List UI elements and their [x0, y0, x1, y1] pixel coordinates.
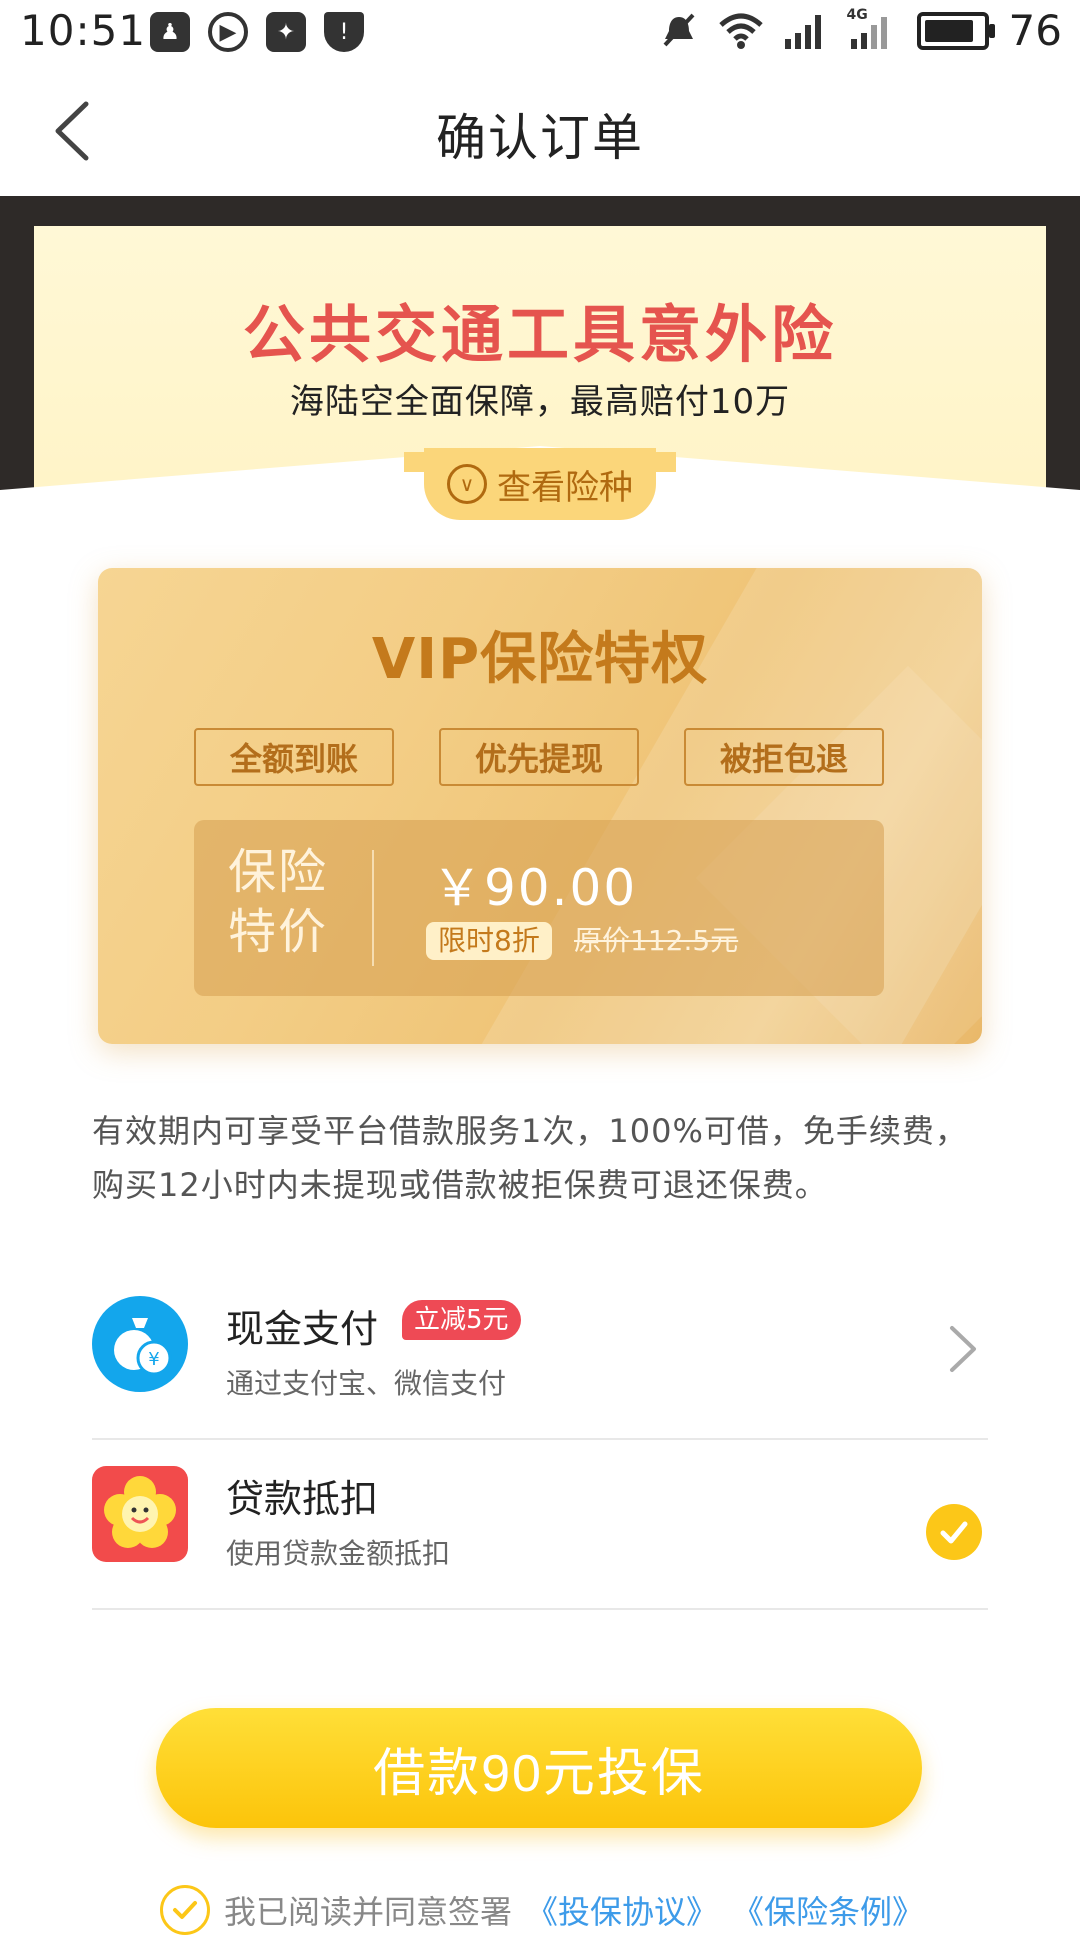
- vip-tag-full-amount: 全额到账: [194, 728, 394, 786]
- page-title: 确认订单: [436, 109, 644, 167]
- payment-subtitle-loan: 使用贷款金额抵扣: [226, 1537, 451, 1570]
- service-description: 有效期内可享受平台借款服务1次，100%可借，免手续费，购买12小时内未提现或借…: [92, 1112, 968, 1204]
- status-time: 10:51: [20, 6, 147, 55]
- status-bar: 10:51 ♟ ▶ ✦ ! 4G 76: [0, 0, 1080, 66]
- original-price: 原价112.5元: [574, 924, 739, 957]
- view-insurance-button[interactable]: ∨ 查看险种: [424, 448, 656, 520]
- chevron-down-icon: ∨: [447, 464, 487, 504]
- agreement-checkbox[interactable]: [160, 1885, 210, 1935]
- price-box: 保险 特价 ￥90.00 限时8折 原价112.5元: [194, 820, 884, 996]
- browser-notification-icon: ✦: [266, 12, 306, 52]
- nav-bar: 确认订单: [0, 66, 1080, 196]
- agreement-row: 我已阅读并同意签署 《投保协议》 《保险条例》: [160, 1885, 924, 1935]
- insurance-terms-link[interactable]: 《保险条例》: [732, 1887, 924, 1933]
- battery-icon: [916, 11, 995, 50]
- selected-check-icon[interactable]: [926, 1504, 982, 1560]
- promo-badge: 立减5元: [402, 1300, 521, 1340]
- flower-mascot-icon: [92, 1466, 188, 1562]
- insurance-title: 公共交通工具意外险: [242, 298, 837, 371]
- battery-level: 76: [1008, 6, 1062, 55]
- insurance-subtitle: 海陆空全面保障，最高赔付10万: [289, 382, 791, 422]
- borrow-and-insure-button[interactable]: 借款90元投保: [156, 1708, 922, 1828]
- vip-title: VIP保险特权: [371, 627, 709, 692]
- svg-text:¥: ¥: [148, 1349, 159, 1370]
- signal-4g-icon: 4G: [847, 7, 897, 51]
- qq-notification-icon: ♟: [150, 12, 190, 52]
- vip-tag-priority-withdraw: 优先提现: [439, 728, 639, 786]
- shield-notification-icon: !: [324, 12, 364, 52]
- play-notification-icon: ▶: [208, 12, 248, 52]
- vip-tags: 全额到账 优先提现 被拒包退: [194, 728, 884, 786]
- payment-title-cash: 现金支付: [226, 1307, 379, 1351]
- status-system-icons: 4G 76: [659, 6, 1062, 55]
- discount-badge: 限时8折: [426, 922, 552, 960]
- wifi-icon: [718, 13, 763, 49]
- special-price: ￥90.00: [432, 859, 638, 917]
- vip-tag-refund: 被拒包退: [684, 728, 884, 786]
- price-divider: [372, 850, 374, 966]
- payment-option-loan-deduct[interactable]: 贷款抵扣 使用贷款金额抵扣: [92, 1440, 988, 1610]
- payment-option-cash[interactable]: ¥ 现金支付 立减5元 通过支付宝、微信支付: [92, 1270, 988, 1440]
- vip-privilege-card: VIP保险特权 全额到账 优先提现 被拒包退 保险 特价 ￥90.00 限时8折…: [98, 568, 982, 1044]
- payment-title-loan: 贷款抵扣: [226, 1477, 379, 1521]
- view-insurance-label: 查看险种: [497, 467, 633, 508]
- payment-subtitle-cash: 通过支付宝、微信支付: [226, 1367, 507, 1400]
- signal-icon: [784, 14, 821, 49]
- mute-icon: [663, 13, 695, 46]
- price-label: 保险 特价: [228, 844, 329, 960]
- insurance-agreement-link[interactable]: 《投保协议》: [526, 1887, 718, 1933]
- money-bag-icon: ¥: [92, 1296, 188, 1392]
- status-notification-icons: ♟ ▶ ✦ !: [150, 12, 364, 52]
- chevron-right-icon: [950, 1326, 976, 1372]
- check-icon: [173, 1901, 197, 1919]
- agreement-text: 我已阅读并同意签署: [224, 1893, 513, 1931]
